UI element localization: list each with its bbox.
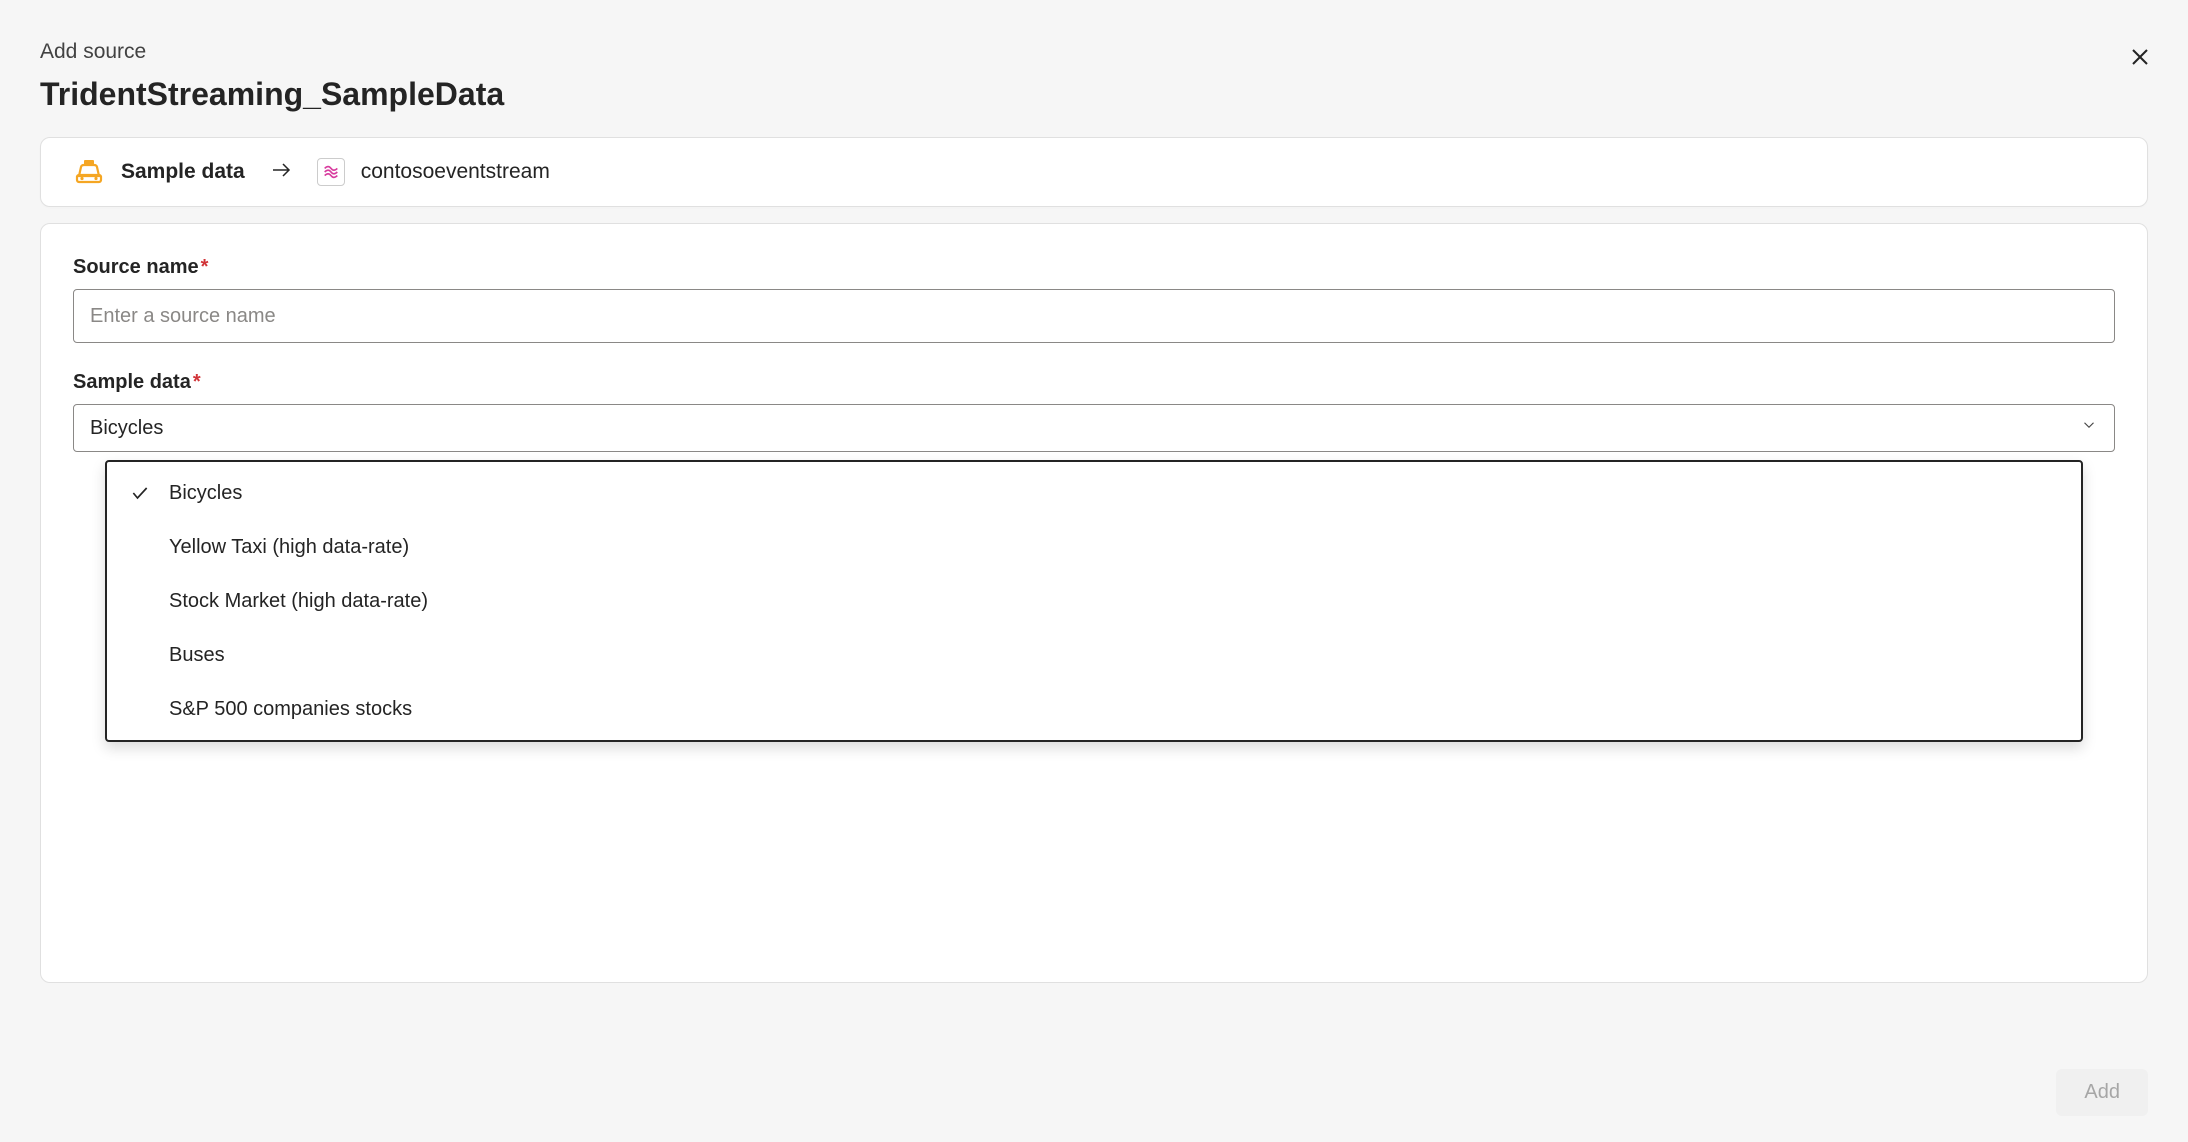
check-placeholder [129, 698, 151, 720]
breadcrumb-source-label: Sample data [121, 160, 245, 184]
close-icon [2128, 45, 2152, 72]
dropdown-option-label: Yellow Taxi (high data-rate) [169, 536, 409, 559]
eventstream-icon [317, 158, 345, 186]
form-card: Source name* Sample data* Bicycles Bicyc [40, 223, 2148, 983]
chevron-down-icon [2080, 416, 2098, 440]
check-placeholder [129, 590, 151, 612]
source-name-label: Source name* [73, 256, 2115, 279]
dropdown-option-label: S&P 500 companies stocks [169, 698, 412, 721]
sample-data-dropdown: Bicycles Yellow Taxi (high data-rate) St… [105, 460, 2083, 742]
breadcrumb: Sample data contosoeventstream [40, 137, 2148, 207]
page-title: TridentStreaming_SampleData [40, 76, 2148, 113]
dropdown-option-sp500[interactable]: S&P 500 companies stocks [107, 682, 2081, 736]
dropdown-option-label: Bicycles [169, 482, 242, 505]
dropdown-option-bicycles[interactable]: Bicycles [107, 466, 2081, 520]
dropdown-option-buses[interactable]: Buses [107, 628, 2081, 682]
dropdown-option-stock-market[interactable]: Stock Market (high data-rate) [107, 574, 2081, 628]
breadcrumb-target: contosoeventstream [317, 158, 550, 186]
breadcrumb-target-label: contosoeventstream [361, 160, 550, 184]
close-button[interactable] [2122, 40, 2158, 76]
breadcrumb-source: Sample data [73, 156, 245, 188]
required-marker: * [201, 256, 209, 278]
sample-data-select[interactable]: Bicycles [73, 404, 2115, 452]
page-subtitle: Add source [40, 40, 2148, 64]
required-marker: * [193, 371, 201, 393]
dropdown-option-label: Stock Market (high data-rate) [169, 590, 428, 613]
dropdown-option-yellow-taxi[interactable]: Yellow Taxi (high data-rate) [107, 520, 2081, 574]
check-placeholder [129, 536, 151, 558]
footer: Add [2056, 1069, 2148, 1116]
sample-data-selected-value: Bicycles [90, 417, 163, 440]
source-name-input[interactable] [73, 289, 2115, 343]
check-placeholder [129, 644, 151, 666]
taxi-icon [73, 156, 105, 188]
dropdown-option-label: Buses [169, 644, 225, 667]
check-icon [129, 482, 151, 504]
arrow-right-icon [269, 158, 293, 187]
add-button[interactable]: Add [2056, 1069, 2148, 1116]
sample-data-label: Sample data* [73, 371, 2115, 394]
